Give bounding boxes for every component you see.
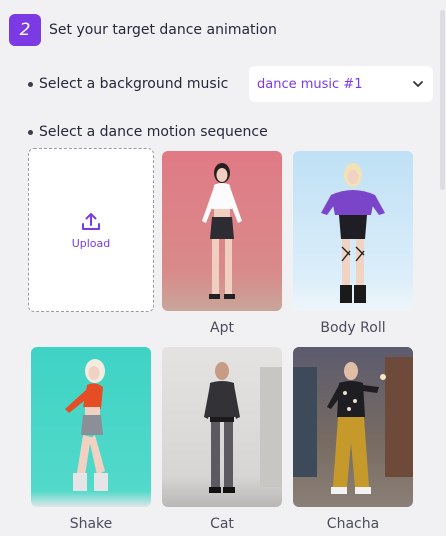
- motion-caption-chacha: Chacha: [326, 516, 380, 532]
- background-music-value: dance music #1: [257, 76, 363, 92]
- motion-caption-apt: Apt: [210, 320, 234, 336]
- step-number-badge: 2: [9, 14, 41, 46]
- chevron-down-icon: [413, 81, 423, 87]
- background-music-select[interactable]: dance music #1: [249, 66, 433, 102]
- motion-thumbnail-cat[interactable]: [162, 347, 282, 507]
- motion-caption-shake: Shake: [69, 516, 113, 532]
- dancer-image: [162, 347, 282, 507]
- motion-thumbnail-apt[interactable]: [162, 151, 282, 311]
- step-header: 2 Set your target dance animation: [9, 14, 277, 46]
- dancer-image: [293, 347, 413, 507]
- motion-caption-cat: Cat: [210, 516, 234, 532]
- dance-motion-label: Select a dance motion sequence: [39, 124, 268, 140]
- motion-caption-body-roll: Body Roll: [320, 320, 386, 336]
- dance-motion-row: Select a dance motion sequence: [28, 124, 268, 140]
- motion-thumbnail-chacha[interactable]: [293, 347, 413, 507]
- upload-icon: [82, 212, 100, 230]
- dancer-image: [31, 347, 151, 507]
- background-music-label: Select a background music: [39, 76, 229, 92]
- background-music-row: Select a background music: [28, 76, 228, 92]
- scrollbar[interactable]: [440, 10, 445, 190]
- upload-label: Upload: [71, 236, 111, 250]
- bullet-icon: [28, 129, 33, 135]
- motion-thumbnail-shake[interactable]: [31, 347, 151, 507]
- dancer-image: [293, 151, 413, 311]
- upload-motion-button[interactable]: Upload: [28, 148, 154, 312]
- motion-thumbnail-body-roll[interactable]: [293, 151, 413, 311]
- step-title: Set your target dance animation: [49, 22, 277, 38]
- bullet-icon: [28, 81, 33, 87]
- dancer-image: [162, 151, 282, 311]
